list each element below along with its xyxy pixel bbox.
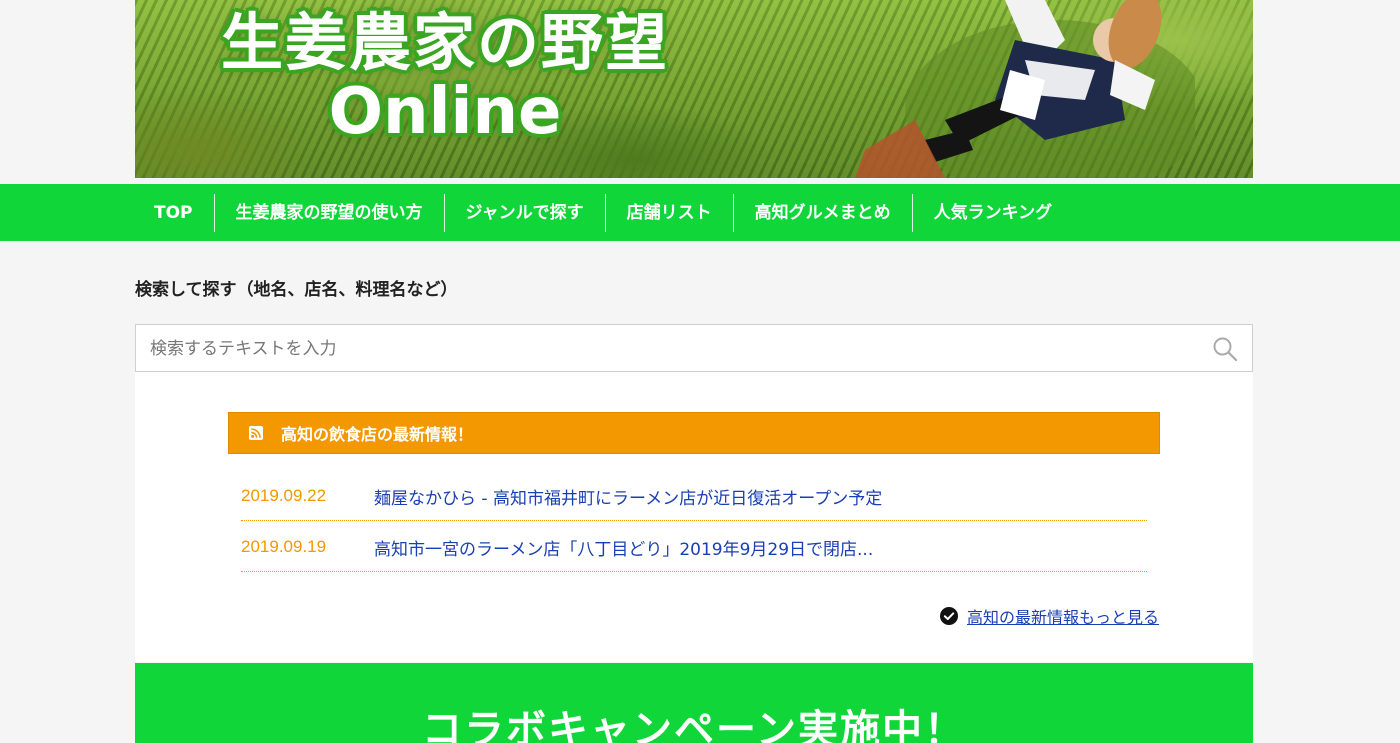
campaign-title: コラボキャンペーン実施中！ bbox=[422, 707, 966, 743]
nav-item-howto[interactable]: 生姜農家の野望の使い方 bbox=[215, 193, 445, 232]
more-news-link[interactable]: 高知の最新情報もっと見る bbox=[939, 604, 1159, 628]
more-news-label: 高知の最新情報もっと見る bbox=[966, 608, 1159, 627]
nav-item-gourmet[interactable]: 高知グルメまとめ bbox=[734, 193, 913, 232]
news-header-label: 高知の飲食店の最新情報！ bbox=[281, 425, 474, 444]
check-circle-icon bbox=[939, 607, 958, 625]
site-title-line1: 生姜農家の野望 bbox=[220, 6, 669, 79]
rss-icon bbox=[249, 426, 263, 440]
news-panel: 高知の飲食店の最新情報！ 2019.09.22 麺屋なかひら - 高知市福井町に… bbox=[135, 372, 1253, 662]
news-title-link[interactable]: 高知市一宮のラーメン店「八丁目どり」2019年9月29日で閉店... bbox=[374, 535, 873, 560]
news-item: 2019.09.19 高知市一宮のラーメン店「八丁目どり」2019年9月29日で… bbox=[241, 523, 1147, 572]
nav-item-ranking[interactable]: 人気ランキング bbox=[913, 194, 1074, 232]
news-list: 2019.09.22 麺屋なかひら - 高知市福井町にラーメン店が近日復活オープ… bbox=[241, 472, 1147, 574]
nav-item-genre[interactable]: ジャンルで探す bbox=[445, 193, 606, 232]
campaign-banner[interactable]: コラボキャンペーン実施中！ bbox=[135, 663, 1253, 743]
search-heading: 検索して探す（地名、店名、料理名など） bbox=[135, 280, 458, 300]
news-header: 高知の飲食店の最新情報！ bbox=[228, 412, 1160, 454]
site-title-line2: Online bbox=[328, 75, 562, 150]
news-title-link[interactable]: 麺屋なかひら - 高知市福井町にラーメン店が近日復活オープン予定 bbox=[374, 484, 882, 509]
news-date: 2019.09.22 bbox=[241, 486, 327, 505]
main-nav: TOP 生姜農家の野望の使い方 ジャンルで探す 店舗リスト 高知グルメまとめ 人… bbox=[0, 184, 1400, 241]
news-item: 2019.09.22 麺屋なかひら - 高知市福井町にラーメン店が近日復活オープ… bbox=[241, 472, 1147, 521]
nav-item-top[interactable]: TOP bbox=[135, 193, 215, 232]
site-logo[interactable]: 生姜農家の野望 Online bbox=[135, 10, 755, 146]
header-banner[interactable]: 生姜農家の野望 Online bbox=[135, 0, 1253, 178]
nav-item-shop-list[interactable]: 店舗リスト bbox=[606, 193, 734, 232]
news-date: 2019.09.19 bbox=[241, 537, 327, 556]
search-input[interactable] bbox=[148, 325, 1192, 373]
search-box bbox=[135, 324, 1253, 373]
banner-photo-figure bbox=[855, 0, 1195, 178]
search-icon[interactable] bbox=[1212, 336, 1238, 362]
